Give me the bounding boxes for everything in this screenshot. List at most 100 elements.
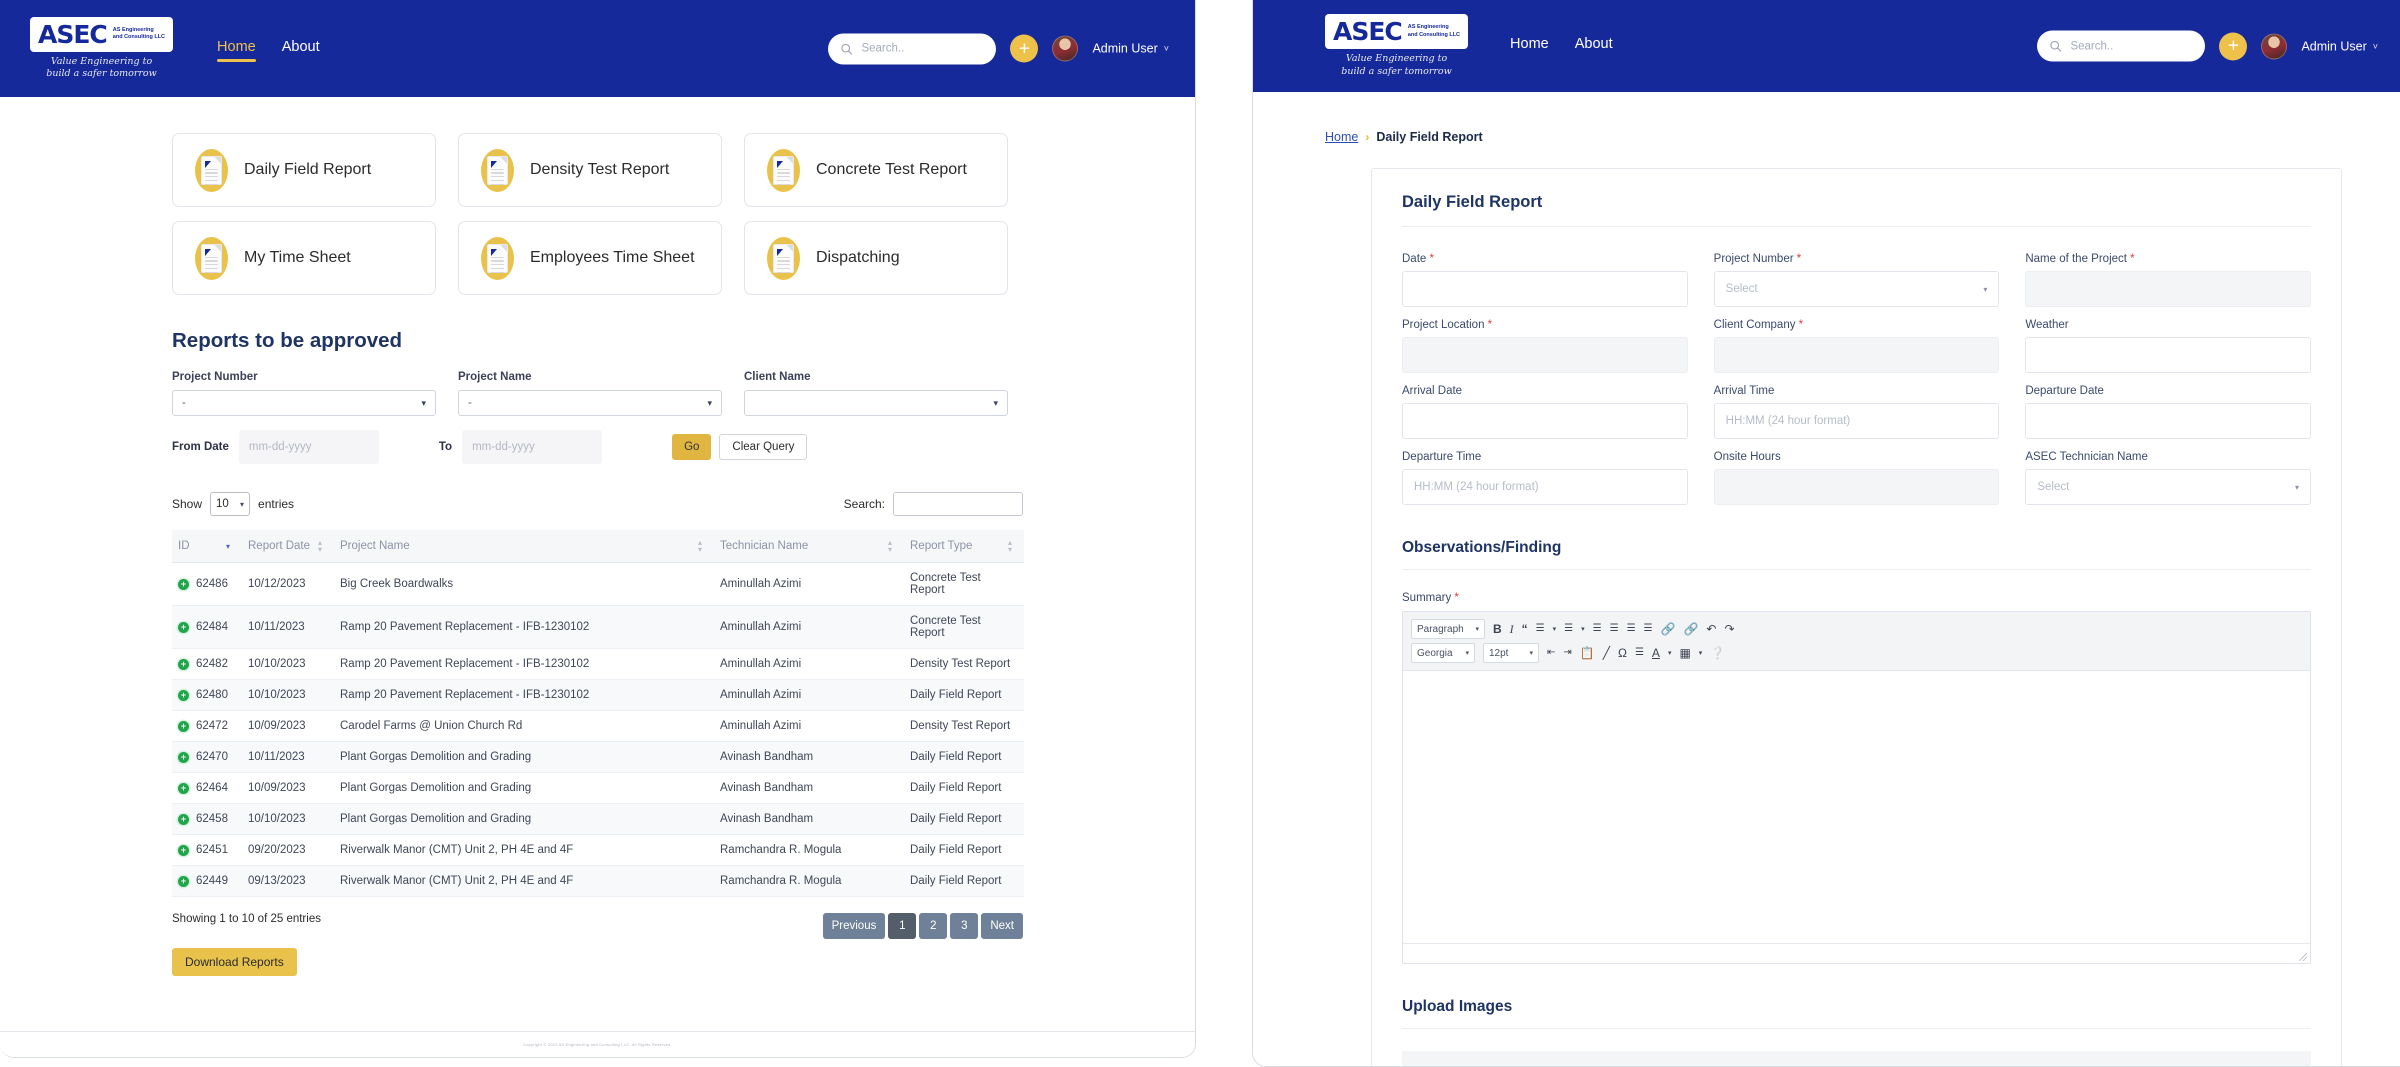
table-row[interactable]: +6245810/10/2023Plant Gorgas Demolition … (172, 804, 1024, 835)
card-daily-field-report[interactable]: Daily Field Report (172, 133, 436, 207)
expand-row-icon[interactable]: + (178, 659, 189, 670)
field-input-date[interactable] (1402, 271, 1688, 307)
th-id[interactable]: ID▾ (172, 530, 242, 563)
avatar[interactable] (2261, 33, 2287, 59)
image-dropzone[interactable] (1402, 1051, 2311, 1067)
table-search-input[interactable] (893, 492, 1023, 516)
italic-icon[interactable]: I (1510, 623, 1514, 635)
bullet-list-icon[interactable]: ☰ (1536, 624, 1545, 634)
field-input-name-of-the-project[interactable] (2025, 271, 2311, 307)
redo-icon[interactable]: ↷ (1724, 623, 1734, 635)
expand-row-icon[interactable]: + (178, 690, 189, 701)
expand-row-icon[interactable]: + (178, 814, 189, 825)
brand-logo[interactable]: ASEC AS Engineering and Consulting LLC V… (1325, 14, 1468, 78)
add-new-button[interactable]: + (2219, 32, 2247, 60)
card-employees-time-sheet[interactable]: Employees Time Sheet (458, 221, 722, 295)
pagination-page-3[interactable]: 3 (950, 913, 978, 939)
nav-link-home[interactable]: Home (1510, 36, 1549, 56)
resize-grip-icon[interactable] (2299, 953, 2307, 961)
field-input-arrival-date[interactable] (1402, 403, 1688, 439)
text-color-caret-icon[interactable]: ▾ (1668, 650, 1672, 657)
entries-count-select[interactable]: 10 ▾ (210, 492, 250, 516)
link-icon[interactable]: 🔗 (1661, 623, 1676, 635)
nav-link-about[interactable]: About (1575, 36, 1613, 56)
blockquote-icon[interactable]: “ (1522, 623, 1528, 635)
undo-icon[interactable]: ↶ (1706, 623, 1716, 635)
project-number-select[interactable]: - ▾ (172, 390, 436, 416)
help-icon[interactable]: ❔ (1710, 647, 1725, 659)
table-row[interactable]: +6248610/12/2023Big Creek BoardwalksAmin… (172, 563, 1024, 606)
text-color-icon[interactable]: A (1652, 647, 1660, 659)
avatar[interactable] (1052, 36, 1078, 62)
expand-row-icon[interactable]: + (178, 721, 189, 732)
from-date-input[interactable]: mm-dd-yyyy (239, 430, 379, 464)
bullet-list-caret-icon[interactable]: ▾ (1553, 626, 1557, 633)
th-technician-name[interactable]: Technician Name▴▾ (714, 530, 904, 563)
breadcrumb-home[interactable]: Home (1325, 130, 1358, 144)
expand-row-icon[interactable]: + (178, 783, 189, 794)
align-center-icon[interactable]: ☰ (1610, 624, 1619, 634)
indent-decrease-icon[interactable]: ⇤ (1547, 648, 1555, 658)
table-caret-icon[interactable]: ▾ (1699, 650, 1703, 657)
table-row[interactable]: +6248210/10/2023Ramp 20 Pavement Replace… (172, 649, 1024, 680)
bold-icon[interactable]: B (1493, 623, 1502, 635)
nav-link-about[interactable]: About (282, 39, 320, 59)
horizontal-rule-icon[interactable]: ☰ (1635, 648, 1644, 658)
field-input-departure-date[interactable] (2025, 403, 2311, 439)
clear-format-icon[interactable]: ╱ (1603, 647, 1610, 659)
field-input-project-location[interactable] (1402, 337, 1688, 373)
clear-query-button[interactable]: Clear Query (719, 434, 807, 460)
expand-row-icon[interactable]: + (178, 876, 189, 887)
search-input[interactable]: Search.. (2037, 31, 2205, 62)
expand-row-icon[interactable]: + (178, 622, 189, 633)
table-icon[interactable]: ▦ (1679, 647, 1690, 659)
special-char-icon[interactable]: Ω (1618, 647, 1627, 659)
to-date-input[interactable]: mm-dd-yyyy (462, 430, 602, 464)
editor-font-dropdown[interactable]: Georgia▾ (1411, 643, 1475, 663)
align-left-icon[interactable]: ☰ (1593, 624, 1602, 634)
user-menu[interactable]: Admin User ˅ (1092, 42, 1169, 56)
expand-row-icon[interactable]: + (178, 845, 189, 856)
paste-icon[interactable]: 📋 (1580, 647, 1595, 659)
field-input-project-number[interactable]: Select▾ (1714, 271, 2000, 307)
table-row[interactable]: +6248010/10/2023Ramp 20 Pavement Replace… (172, 680, 1024, 711)
pagination-page-2[interactable]: 2 (919, 913, 947, 939)
numbered-list-caret-icon[interactable]: ▾ (1581, 626, 1585, 633)
card-concrete-test-report[interactable]: Concrete Test Report (744, 133, 1008, 207)
download-reports-button[interactable]: Download Reports (172, 948, 297, 976)
pagination-previous[interactable]: Previous (823, 913, 886, 939)
th-project-name[interactable]: Project Name▴▾ (334, 530, 714, 563)
field-input-arrival-time[interactable]: HH:MM (24 hour format) (1714, 403, 2000, 439)
expand-row-icon[interactable]: + (178, 579, 189, 590)
th-report-date[interactable]: Report Date▴▾ (242, 530, 334, 563)
project-name-select[interactable]: - ▾ (458, 390, 722, 416)
pagination-next[interactable]: Next (981, 913, 1023, 939)
field-input-weather[interactable] (2025, 337, 2311, 373)
editor-size-dropdown[interactable]: 12pt▾ (1483, 643, 1539, 663)
th-report-type[interactable]: Report Type▴▾ (904, 530, 1024, 563)
search-input[interactable]: Search.. (828, 33, 996, 64)
indent-increase-icon[interactable]: ⇥ (1563, 648, 1571, 658)
card-dispatching[interactable]: Dispatching (744, 221, 1008, 295)
field-input-asec-technician-name[interactable]: Select▾ (2025, 469, 2311, 505)
go-button[interactable]: Go (672, 434, 711, 460)
brand-logo[interactable]: ASEC AS Engineering and Consulting LLC V… (30, 17, 173, 81)
table-row[interactable]: +6245109/20/2023Riverwalk Manor (CMT) Un… (172, 835, 1024, 866)
editor-style-dropdown[interactable]: Paragraph▾ (1411, 619, 1485, 639)
align-right-icon[interactable]: ☰ (1627, 624, 1636, 634)
editor-content-area[interactable] (1403, 671, 2310, 943)
nav-link-home[interactable]: Home (217, 39, 256, 59)
client-name-select[interactable]: ▾ (744, 390, 1008, 416)
table-row[interactable]: +6244909/13/2023Riverwalk Manor (CMT) Un… (172, 866, 1024, 897)
field-input-client-company[interactable] (1714, 337, 2000, 373)
unlink-icon[interactable]: 🔗 (1683, 623, 1698, 635)
summary-rich-text-editor[interactable]: Paragraph▾ B I “ ☰ ▾ ☰ ▾ ☰ ☰ ☰ (1402, 611, 2311, 964)
table-row[interactable]: +6247210/09/2023Carodel Farms @ Union Ch… (172, 711, 1024, 742)
pagination-page-1[interactable]: 1 (888, 913, 916, 939)
field-input-departure-time[interactable]: HH:MM (24 hour format) (1402, 469, 1688, 505)
card-my-time-sheet[interactable]: My Time Sheet (172, 221, 436, 295)
numbered-list-icon[interactable]: ☰ (1564, 624, 1573, 634)
field-input-onsite-hours[interactable] (1714, 469, 2000, 505)
table-row[interactable]: +6246410/09/2023Plant Gorgas Demolition … (172, 773, 1024, 804)
user-menu[interactable]: Admin User ˅ (2301, 39, 2378, 53)
